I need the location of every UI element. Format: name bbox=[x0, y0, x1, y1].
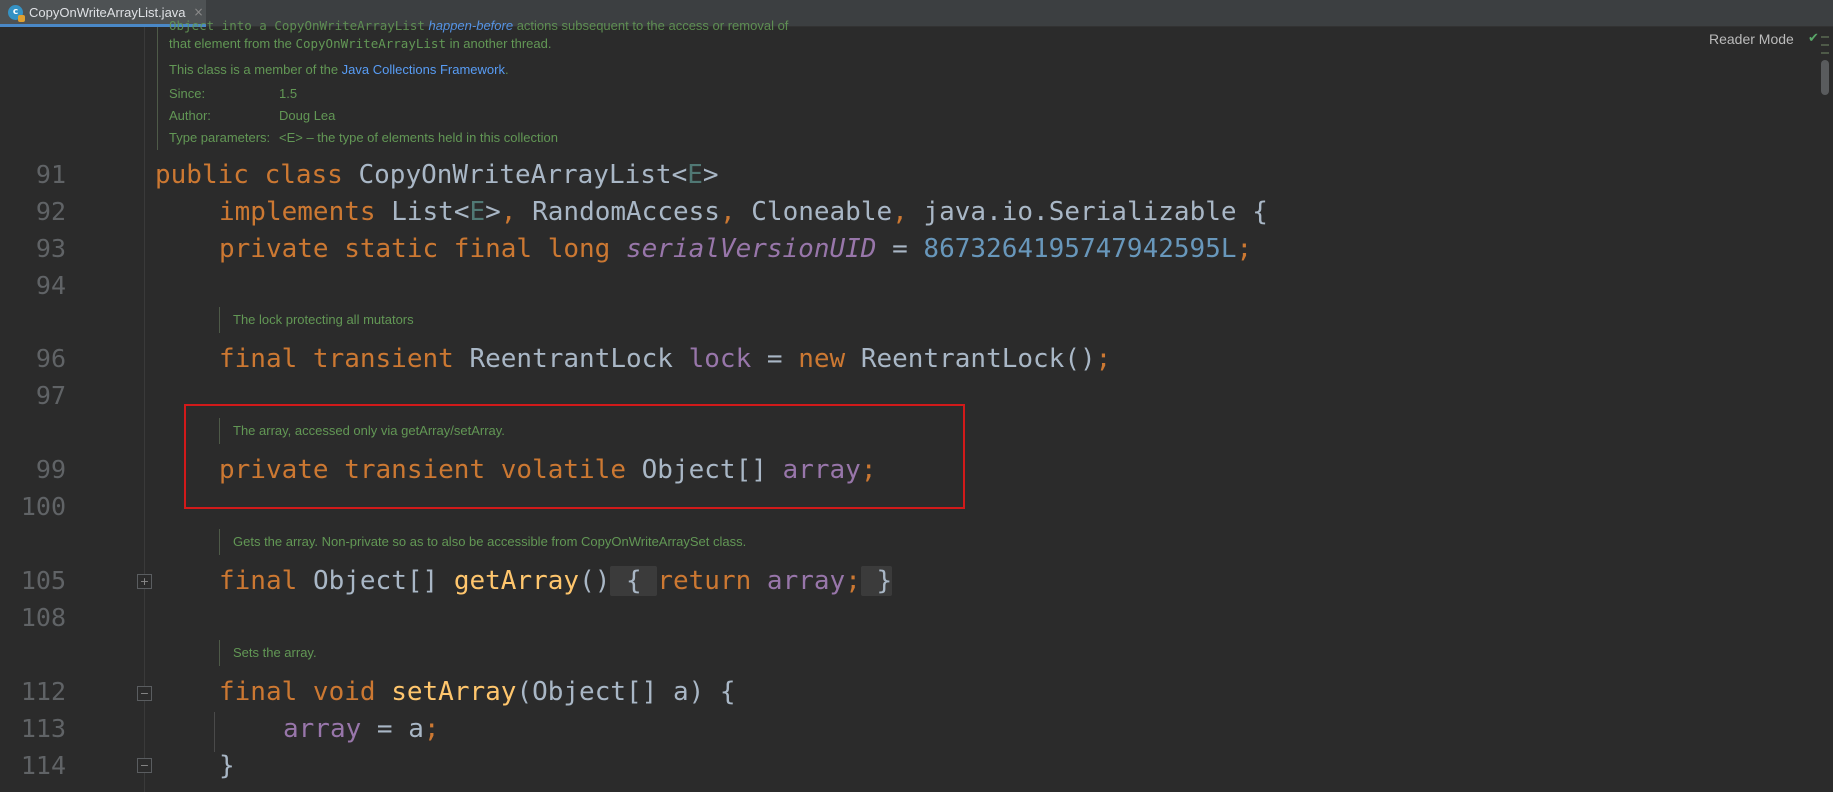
doc-comment-bar bbox=[219, 307, 220, 333]
doc-comment-bar bbox=[157, 27, 158, 150]
scrollbar-thumb[interactable] bbox=[1821, 60, 1829, 95]
doc-line: that element from the CopyOnWriteArrayLi… bbox=[169, 36, 552, 51]
code-line-96: final transient ReentrantLock lock = new… bbox=[219, 344, 1112, 374]
close-icon[interactable]: × bbox=[194, 5, 204, 19]
line-number: 97 bbox=[35, 381, 66, 410]
folded-region-open[interactable]: { bbox=[610, 566, 658, 596]
doc-since: Since: 1.5 bbox=[169, 86, 298, 101]
code-line-91: public class CopyOnWriteArrayList<E> bbox=[155, 160, 719, 190]
tab-label: CopyOnWriteArrayList.java bbox=[29, 4, 186, 20]
line-number: 112 bbox=[20, 677, 66, 706]
scrollbar-marker bbox=[1821, 52, 1829, 54]
doc-member-line: This class is a member of the Java Colle… bbox=[169, 62, 509, 77]
doc-array: The array, accessed only via getArray/se… bbox=[233, 423, 505, 438]
scrollbar-marker bbox=[1821, 44, 1829, 46]
indent-guide bbox=[214, 712, 215, 752]
line-number: 96 bbox=[35, 344, 66, 373]
java-class-icon: c bbox=[8, 4, 25, 22]
doc-comment-bar bbox=[219, 640, 220, 666]
folded-region-close[interactable]: } bbox=[860, 566, 893, 596]
line-number: 105 bbox=[20, 566, 66, 595]
collections-framework-link[interactable]: Java Collections Framework bbox=[342, 62, 505, 77]
fold-end-icon[interactable]: − bbox=[137, 758, 152, 773]
line-number: 94 bbox=[35, 271, 66, 300]
doc-author: Author: Doug Lea bbox=[169, 108, 336, 123]
line-number: 99 bbox=[35, 455, 66, 484]
code-line-99: private transient volatile Object[] arra… bbox=[219, 455, 877, 485]
doc-lock: The lock protecting all mutators bbox=[233, 312, 414, 327]
line-number: 113 bbox=[20, 714, 66, 743]
gutter-divider bbox=[144, 27, 145, 792]
code-line-92: implements List<E>, RandomAccess, Clonea… bbox=[219, 197, 1268, 227]
line-number: 93 bbox=[35, 234, 66, 263]
scrollbar-marker bbox=[1821, 36, 1829, 38]
doc-get-array: Gets the array. Non-private so as to als… bbox=[233, 534, 747, 549]
doc-type-params: Type parameters: <E> – the type of elemen… bbox=[169, 130, 558, 145]
doc-line: Object into a CopyOnWriteArrayList happe… bbox=[169, 18, 789, 33]
vertical-scrollbar[interactable] bbox=[1818, 27, 1833, 792]
code-line-113: array = a; bbox=[283, 714, 440, 744]
code-line-93: private static final long serialVersionU… bbox=[219, 234, 1253, 264]
reader-mode-button[interactable]: Reader Mode bbox=[1709, 31, 1794, 47]
fold-expand-icon[interactable]: + bbox=[137, 574, 152, 589]
line-number: 100 bbox=[20, 492, 66, 521]
doc-comment-bar bbox=[219, 529, 220, 555]
fold-collapse-icon[interactable]: − bbox=[137, 686, 152, 701]
code-line-114: } bbox=[219, 751, 235, 781]
code-line-112: final void setArray(Object[] a) { bbox=[219, 677, 736, 707]
line-number: 92 bbox=[35, 197, 66, 226]
doc-set-array: Sets the array. bbox=[233, 645, 317, 660]
doc-comment-bar bbox=[219, 418, 220, 444]
line-number: 91 bbox=[35, 160, 66, 189]
line-number: 108 bbox=[20, 603, 66, 632]
line-number: 114 bbox=[20, 751, 66, 780]
code-line-105: final Object[] getArray() { return array… bbox=[219, 566, 893, 596]
